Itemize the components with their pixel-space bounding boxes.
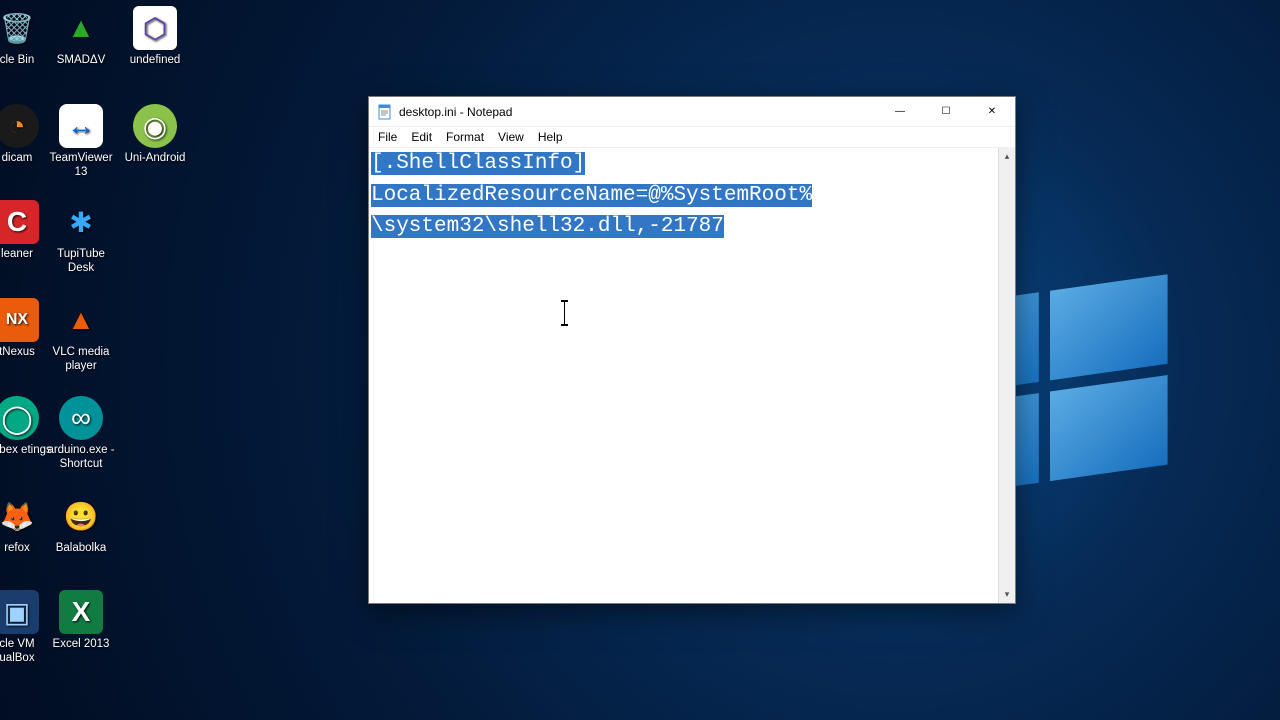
menu-view[interactable]: View [491,128,531,146]
desktop-icon-vlc[interactable]: ▲VLC media player [44,298,118,374]
desktop-icon-smadav[interactable]: ▲SMADΔV [44,6,118,68]
selected-text-line2b: \system32\shell32.dll,-21787 [371,215,724,238]
selected-text-line2a: LocalizedResourceName=@%SystemRoot% [371,184,812,207]
notepad-icon [377,104,393,120]
selected-text-line1: [.ShellClassInfo] [371,152,585,175]
scroll-up-icon[interactable]: ▴ [999,148,1015,165]
desktop-icon-tupitube[interactable]: ✱TupiTube Desk [44,200,118,276]
menu-edit[interactable]: Edit [404,128,439,146]
window-title: desktop.ini - Notepad [399,105,877,119]
menu-file[interactable]: File [371,128,404,146]
desktop-icon-excel[interactable]: XExcel 2013 [44,590,118,652]
menu-help[interactable]: Help [531,128,570,146]
text-cursor-icon [564,302,565,324]
titlebar[interactable]: desktop.ini - Notepad — ☐ ✕ [369,97,1015,127]
desktop-icon-arduino[interactable]: ∞arduino.exe - Shortcut [44,396,118,472]
desktop-icon-balabolka[interactable]: 😀Balabolka [44,494,118,556]
desktop-icon-undefined[interactable]: ⬡undefined [118,6,192,68]
scroll-down-icon[interactable]: ▾ [999,586,1015,603]
desktop-icon-uni-android[interactable]: ◉Uni-Android [118,104,192,166]
text-editor[interactable]: [.ShellClassInfo] LocalizedResourceName=… [369,148,998,603]
notepad-window[interactable]: desktop.ini - Notepad — ☐ ✕ File Edit Fo… [368,96,1016,604]
desktop-icon-teamviewer[interactable]: ↔TeamViewer 13 [44,104,118,180]
maximize-button[interactable]: ☐ [923,97,969,127]
close-button[interactable]: ✕ [969,97,1015,127]
menubar: File Edit Format View Help [369,127,1015,148]
menu-format[interactable]: Format [439,128,491,146]
vertical-scrollbar[interactable]: ▴ ▾ [998,148,1015,603]
scrollbar-track[interactable] [999,165,1015,586]
minimize-button[interactable]: — [877,97,923,127]
